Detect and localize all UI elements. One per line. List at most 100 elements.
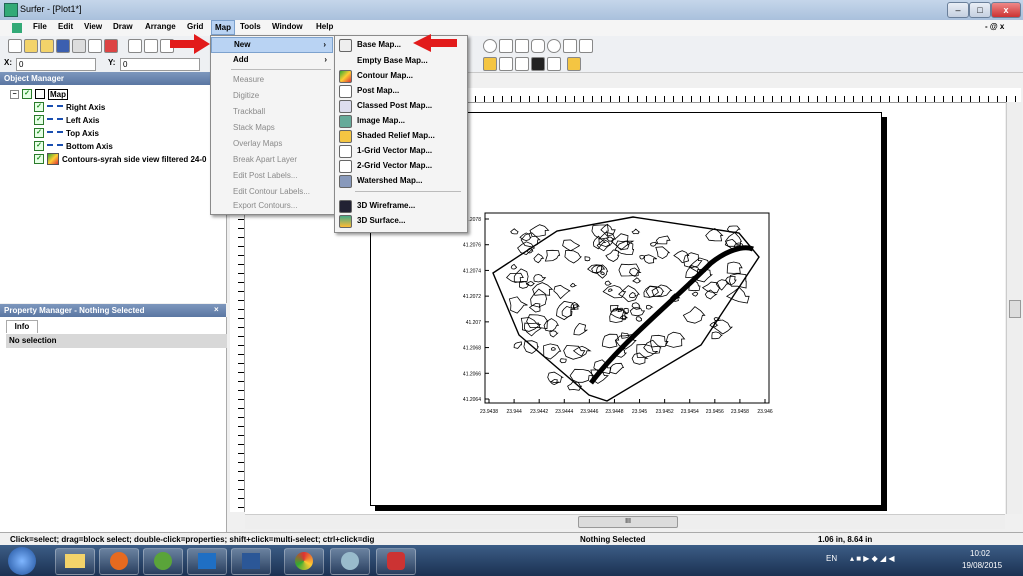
contour-line	[618, 263, 641, 277]
map-icon	[35, 89, 45, 99]
menu-map[interactable]: Map	[211, 20, 235, 35]
x-coordinate-field[interactable]: 0	[16, 58, 96, 71]
ellipse-icon[interactable]	[547, 39, 561, 53]
checkbox-icon[interactable]: ✓	[34, 128, 44, 138]
open-folder-icon[interactable]	[40, 39, 54, 53]
contour-line	[523, 322, 543, 337]
wireframe-icon[interactable]	[515, 57, 529, 71]
checkbox-icon[interactable]: ✓	[34, 102, 44, 112]
outlook-task-icon[interactable]	[187, 548, 227, 575]
submenu-3d-surface[interactable]: 3D Surface...	[335, 213, 467, 228]
firefox-task-icon[interactable]	[99, 548, 139, 575]
symbol-icon[interactable]	[563, 39, 577, 53]
submenu-watershed-map[interactable]: Watershed Map...	[335, 173, 467, 188]
mdi-controls[interactable]: - @ x	[985, 22, 1004, 31]
menu-arrange[interactable]: Arrange	[145, 22, 176, 31]
menu-edit[interactable]: Edit	[58, 22, 73, 31]
contour-line	[553, 284, 571, 300]
paint-task-icon[interactable]	[330, 548, 370, 575]
print-preview-icon[interactable]	[88, 39, 102, 53]
collapse-icon[interactable]: −	[10, 89, 19, 99]
menu-item-add[interactable]: Add ›	[211, 53, 333, 67]
horizontal-scroll-thumb[interactable]: III	[578, 516, 678, 528]
tree-root-map[interactable]: − ✓ Map	[10, 88, 68, 100]
submenu-post-map[interactable]: Post Map...	[335, 83, 467, 98]
checkbox-icon[interactable]: ✓	[34, 154, 44, 164]
menu-item-export-contours: Export Contours...	[233, 201, 298, 210]
horizontal-ruler	[466, 88, 1021, 103]
open-icon[interactable]	[24, 39, 38, 53]
copy-icon[interactable]	[144, 39, 158, 53]
checkbox-icon[interactable]: ✓	[34, 115, 44, 125]
language-indicator[interactable]: EN	[826, 554, 837, 563]
reshape-icon[interactable]	[579, 39, 593, 53]
tree-item-top-axis[interactable]: ✓ Top Axis	[34, 127, 99, 139]
surfer-task-icon[interactable]	[376, 548, 416, 575]
vertical-scroll-thumb[interactable]	[1009, 300, 1021, 318]
clock-date[interactable]: 19/08/2015	[962, 561, 1002, 570]
contour-line	[650, 334, 669, 348]
tray-icons[interactable]: ▴ ■ ▶ ◆ ◢ ◀	[850, 554, 895, 563]
rectangle-icon[interactable]	[515, 39, 529, 53]
rounded-rect-icon[interactable]	[531, 39, 545, 53]
x-tick-label: 23.946	[757, 409, 773, 415]
cut-icon[interactable]	[128, 39, 142, 53]
menu-item-new[interactable]: New ›	[211, 37, 333, 53]
submenu-contour-map[interactable]: Contour Map...	[335, 68, 467, 83]
maximize-button[interactable]: □	[969, 2, 991, 18]
close-button[interactable]: x	[991, 2, 1021, 18]
tree-item-right-axis[interactable]: ✓ Right Axis	[34, 101, 105, 113]
contour-line	[569, 282, 578, 288]
checkbox-icon[interactable]: ✓	[22, 89, 32, 99]
chrome-task-icon[interactable]	[284, 548, 324, 575]
export-icon[interactable]	[104, 39, 118, 53]
word-task-icon[interactable]	[231, 548, 271, 575]
menu-grid[interactable]: Grid	[187, 22, 203, 31]
minimize-button[interactable]: –	[947, 2, 969, 18]
x-tick-label: 23.9442	[530, 409, 548, 415]
submenu-shaded-relief-map[interactable]: Shaded Relief Map...	[335, 128, 467, 143]
tree-item-bottom-axis[interactable]: ✓ Bottom Axis	[34, 140, 113, 152]
diamond-icon[interactable]	[531, 57, 545, 71]
tab-info[interactable]: Info	[6, 320, 38, 333]
contour-line	[595, 264, 609, 279]
tree-item-left-axis[interactable]: ✓ Left Axis	[34, 114, 100, 126]
contour-line	[649, 241, 658, 247]
contour-map-icon	[339, 70, 352, 83]
shaded-relief-icon[interactable]	[483, 57, 497, 71]
submenu-2-grid-vector-map[interactable]: 2-Grid Vector Map...	[335, 158, 467, 173]
contour-line	[614, 240, 635, 255]
start-button[interactable]	[8, 547, 36, 575]
submenu-image-map[interactable]: Image Map...	[335, 113, 467, 128]
print-icon[interactable]	[72, 39, 86, 53]
polyline-icon[interactable]	[499, 39, 513, 53]
contour-line	[645, 304, 654, 310]
submenu-classed-post-map[interactable]: Classed Post Map...	[335, 98, 467, 113]
submenu-1-grid-vector-map[interactable]: 1-Grid Vector Map...	[335, 143, 467, 158]
utorrent-task-icon[interactable]	[143, 548, 183, 575]
vertical-scrollbar[interactable]	[1006, 102, 1022, 514]
tree-item-contours[interactable]: ✓ Contours-syrah side view filtered 24-0	[34, 153, 224, 165]
menu-help[interactable]: Help	[316, 22, 333, 31]
y-tick-label: 41.2076	[463, 243, 481, 249]
vector-icon[interactable]	[499, 57, 513, 71]
checkbox-icon[interactable]: ✓	[34, 141, 44, 151]
surface-icon[interactable]	[547, 57, 561, 71]
menu-tools[interactable]: Tools	[240, 22, 261, 31]
submenu-empty-base-map[interactable]: Empty Base Map...	[335, 53, 467, 68]
contour-line	[628, 292, 637, 299]
menu-draw[interactable]: Draw	[113, 22, 133, 31]
curve-icon[interactable]	[483, 39, 497, 53]
explorer-task-icon[interactable]	[55, 548, 95, 575]
menu-bar: File Edit View Draw Arrange Grid Map Too…	[0, 20, 1023, 37]
close-icon[interactable]: ×	[214, 305, 219, 314]
save-icon[interactable]	[56, 39, 70, 53]
new-icon[interactable]	[8, 39, 22, 53]
submenu-3d-wireframe[interactable]: 3D Wireframe...	[335, 198, 467, 213]
menu-view[interactable]: View	[84, 22, 102, 31]
y-coordinate-field[interactable]: 0	[120, 58, 200, 71]
measure-icon[interactable]	[567, 57, 581, 71]
clock-time[interactable]: 10:02	[970, 549, 990, 558]
menu-window[interactable]: Window	[272, 22, 303, 31]
menu-file[interactable]: File	[33, 22, 47, 31]
